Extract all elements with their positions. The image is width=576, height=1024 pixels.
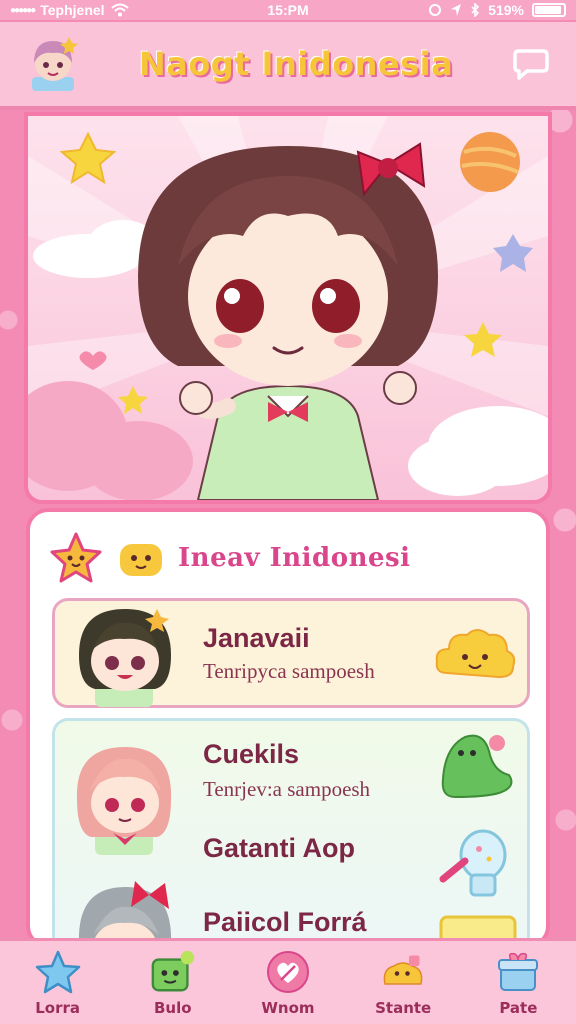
signal-icon: ●●●●●● (10, 4, 36, 16)
gray-hair-character-icon (78, 881, 172, 944)
panel-title: Ineav Inidonesi (178, 543, 411, 573)
puppy-icon (383, 955, 423, 985)
carrier-label: Tephjenel (40, 2, 105, 18)
app-header: Naogt Inidonesia (0, 22, 576, 110)
card-title: Janavaii (203, 623, 310, 653)
nav-item-lorra[interactable]: Lorra (8, 949, 108, 1017)
star-icon (35, 950, 80, 994)
list-card-1[interactable]: Janavaii Tenripyca sampoesh (52, 598, 530, 708)
card-title: Cuekils (203, 739, 300, 769)
nav-label: Stante (375, 999, 432, 1017)
card-subtitle: Tenripyca sampoesh (203, 659, 375, 683)
nav-label: Bulo (154, 999, 192, 1017)
pink-hair-character-icon (76, 747, 172, 855)
lamp-icon (439, 829, 507, 897)
gift-box-icon (498, 952, 539, 991)
heart-icon (266, 951, 309, 993)
mini-mascot-icon (120, 544, 162, 576)
status-bar: ●●●●●● Tephjenel 15:PM 519% (0, 0, 576, 20)
nav-item-wnom[interactable]: Wnom (238, 949, 338, 1017)
nav-item-pate[interactable]: Pate (468, 949, 568, 1017)
list-item-title: Paiicol Forrá (203, 907, 367, 937)
nav-label: Lorra (35, 999, 80, 1017)
chat-button[interactable] (508, 41, 554, 87)
character-avatar-icon (79, 609, 171, 707)
status-time: 15:PM (267, 2, 309, 18)
chat-bubble-icon (513, 49, 549, 80)
list-item-title: Gatanti Aop (203, 833, 355, 863)
green-dino-icon (441, 734, 513, 799)
profile-avatar[interactable] (22, 33, 84, 95)
hero-character-illustration (28, 116, 548, 500)
list-card-2[interactable]: Cuekils Tenrjev:a sampoesh Gatanti Aop P… (52, 718, 530, 944)
bluetooth-icon (471, 3, 480, 17)
nav-label: Wnom (261, 999, 315, 1017)
panel-header: Ineav Inidonesi (30, 512, 546, 596)
star-mascot-icon (50, 532, 102, 583)
green-monster-icon (151, 950, 194, 992)
hero-banner (24, 112, 552, 504)
location-icon (451, 4, 462, 16)
cloud-mascot-icon (435, 629, 516, 679)
battery-icon (532, 3, 566, 17)
card-subtitle: Tenrjev:a sampoesh (203, 777, 371, 801)
nav-item-stante[interactable]: Stante (353, 949, 453, 1017)
bottom-navigation: Lorra Bulo Wnom Stante Pate (0, 938, 576, 1024)
sync-icon (429, 4, 442, 16)
wifi-icon (110, 3, 129, 17)
app-title: Naogt Inidonesia (138, 45, 454, 83)
nav-item-bulo[interactable]: Bulo (123, 949, 223, 1017)
nav-label: Pate (499, 999, 538, 1017)
content-panel: Ineav Inidonesi Janavaii Tenripyca sampo… (26, 508, 550, 948)
battery-percent: 519% (488, 2, 524, 18)
